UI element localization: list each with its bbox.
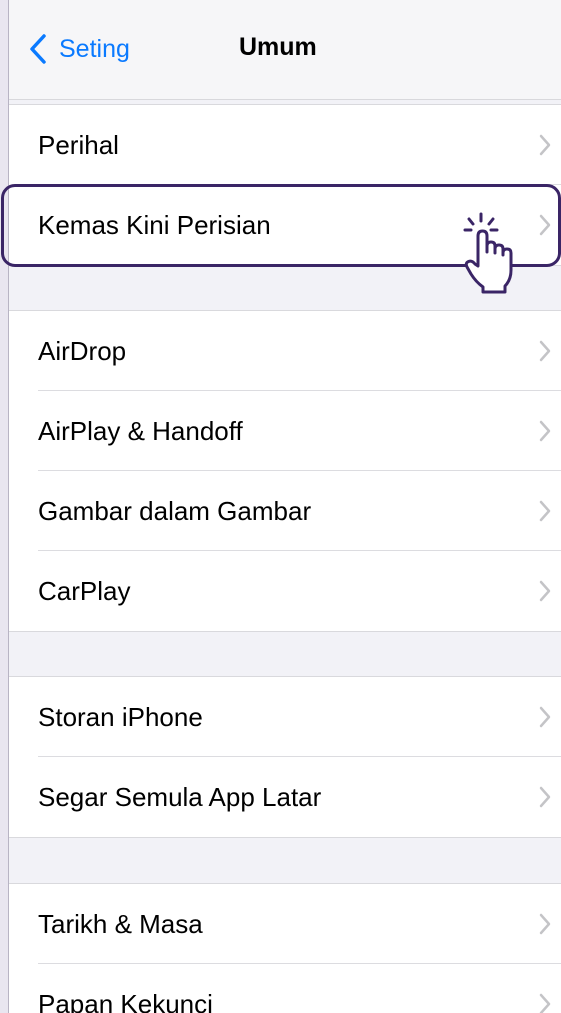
settings-row-airdrop[interactable]: AirDrop [9, 311, 561, 391]
chevron-right-icon [539, 786, 551, 808]
row-label: AirDrop [38, 336, 127, 366]
chevron-right-icon [539, 913, 551, 935]
settings-group-3: Storan iPhone Segar Semula App Latar [9, 676, 561, 838]
settings-row-airplay-handoff[interactable]: AirPlay & Handoff [9, 391, 561, 471]
navigation-bar: Seting Umum [9, 0, 561, 100]
chevron-right-icon [539, 500, 551, 522]
row-label: Kemas Kini Perisian [38, 210, 271, 240]
chevron-right-icon [539, 214, 551, 236]
row-label: Papan Kekunci [38, 989, 213, 1013]
chevron-right-icon [539, 134, 551, 156]
settings-row-storan-iphone[interactable]: Storan iPhone [9, 677, 561, 757]
row-label: Segar Semula App Latar [38, 782, 322, 812]
settings-row-carplay[interactable]: CarPlay [9, 551, 561, 631]
settings-screen: Seting Umum Perihal Kemas Kini Perisian … [9, 0, 561, 1013]
chevron-left-icon [30, 34, 46, 64]
back-button-label: Seting [59, 34, 130, 63]
chevron-right-icon [539, 340, 551, 362]
settings-row-gambar-dalam-gambar[interactable]: Gambar dalam Gambar [9, 471, 561, 551]
row-label: Gambar dalam Gambar [38, 496, 312, 526]
settings-group-2: AirDrop AirPlay & Handoff Gambar dalam G… [9, 310, 561, 632]
settings-row-tarikh-masa[interactable]: Tarikh & Masa [9, 884, 561, 964]
row-label: Storan iPhone [38, 702, 203, 732]
page-title: Umum [239, 33, 317, 61]
settings-group-4: Tarikh & Masa Papan Kekunci [9, 883, 561, 1013]
chevron-right-icon [539, 993, 551, 1013]
back-button[interactable]: Seting [29, 32, 130, 66]
chevron-right-icon [539, 706, 551, 728]
chevron-right-icon [539, 420, 551, 442]
tap-hand-icon [463, 212, 513, 294]
settings-row-papan-kekunci[interactable]: Papan Kekunci [9, 964, 561, 1013]
row-label: Tarikh & Masa [38, 909, 203, 939]
row-label: Perihal [38, 130, 119, 160]
device-frame-edge [0, 0, 9, 1013]
row-label: AirPlay & Handoff [38, 416, 243, 446]
settings-row-perihal[interactable]: Perihal [9, 105, 561, 185]
settings-row-segar-semula-app-latar[interactable]: Segar Semula App Latar [9, 757, 561, 837]
chevron-right-icon [539, 580, 551, 602]
row-label: CarPlay [38, 576, 131, 606]
